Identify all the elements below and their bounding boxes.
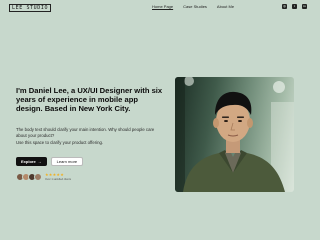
avatar xyxy=(34,173,42,181)
learn-more-button[interactable]: Learn more xyxy=(50,157,84,166)
hero-body-paragraph-2: Use this space to clarify your product o… xyxy=(16,140,104,146)
client-avatars xyxy=(16,173,42,181)
portrait-photo xyxy=(175,77,294,192)
hero-body-paragraph-1: The body text should clarify your main i… xyxy=(16,127,155,138)
explore-button-label: Explore xyxy=(21,159,36,164)
brand-logo[interactable]: LEE STUDIO xyxy=(9,4,52,12)
star-rating: ★★★★★ xyxy=(45,173,71,177)
rating: ★★★★★ Over 1 satisfied clients xyxy=(45,173,71,181)
nav-link-case-studies[interactable]: Case Studies xyxy=(183,4,207,10)
nav-link-about[interactable]: About Me xyxy=(217,4,234,10)
instagram-icon[interactable]: ◎ xyxy=(282,4,287,9)
portrait-illustration xyxy=(175,77,294,192)
hero-title: I'm Daniel Lee, a UX/UI Designer with si… xyxy=(16,86,163,113)
linkedin-icon[interactable]: in xyxy=(302,4,307,9)
top-navigation: LEE STUDIO Home Page Case Studies About … xyxy=(0,0,320,14)
social-proof: ★★★★★ Over 1 satisfied clients xyxy=(16,173,71,181)
hero-buttons: Explore → Learn more xyxy=(16,157,84,166)
hero-body: The body text should clarify your main i… xyxy=(16,127,166,148)
social-links: ◎ t in xyxy=(282,4,307,9)
twitter-icon[interactable]: t xyxy=(292,4,297,9)
nav-links: Home Page Case Studies About Me xyxy=(152,4,234,10)
star-icon: ★ xyxy=(60,172,64,178)
rating-text: Over 1 satisfied clients xyxy=(45,177,72,181)
nav-link-home[interactable]: Home Page xyxy=(152,4,173,10)
explore-button[interactable]: Explore → xyxy=(16,157,47,166)
arrow-right-icon: → xyxy=(37,159,42,164)
